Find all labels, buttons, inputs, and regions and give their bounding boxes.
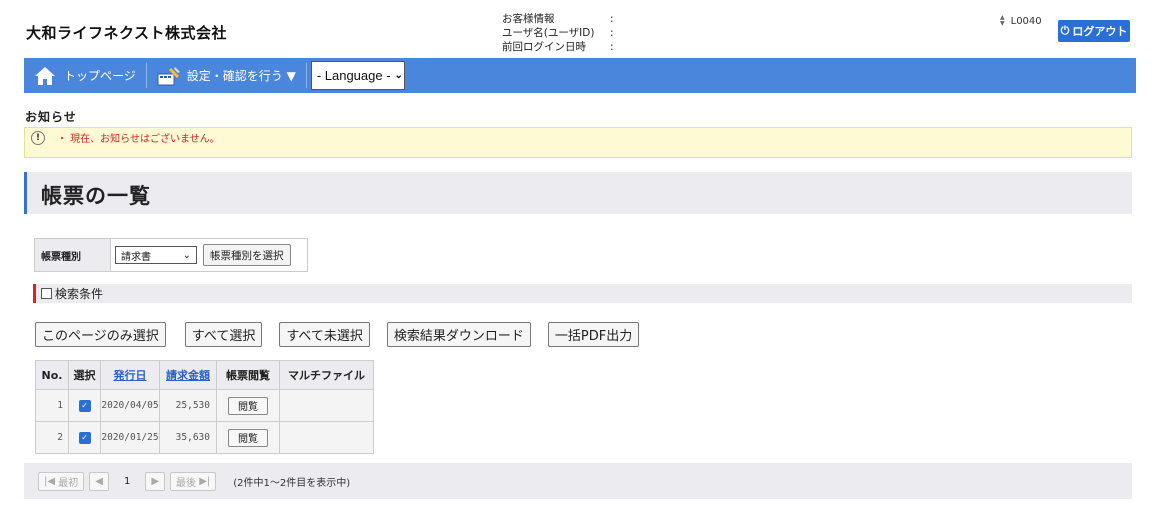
nav-top-page-label: トップページ	[64, 69, 136, 83]
pagination: |◀ 最初 ◀ 1 ▶ 最後 ▶| (2件中1～2件目を表示中)	[24, 463, 1132, 499]
row-multi-file	[279, 421, 374, 454]
nav-divider	[305, 63, 307, 88]
form-type-label: 帳票種別	[35, 239, 111, 271]
info-icon: !	[31, 130, 45, 145]
last-login-row: 前回ログイン日時 :	[502, 40, 620, 54]
row-multi-file	[279, 389, 374, 422]
row-select-cell: ✓	[68, 421, 101, 454]
language-value: - Language -	[316, 68, 391, 83]
colon: :	[610, 41, 614, 53]
colon: :	[610, 13, 614, 25]
view-button[interactable]: 閲覧	[228, 428, 268, 447]
nav-top-page[interactable]: トップページ	[24, 58, 146, 93]
page-title-bar: 帳票の一覧	[24, 172, 1132, 214]
view-button[interactable]: 閲覧	[228, 396, 268, 415]
customer-info: お客様情報 : ユーザ名(ユーザID) : 前回ログイン日時 :	[502, 12, 620, 54]
col-multi-file: マルチファイル	[279, 360, 374, 390]
row-no: 2	[35, 421, 69, 454]
select-all-button[interactable]: すべて選択	[184, 322, 263, 347]
row-view-cell: 閲覧	[216, 421, 280, 454]
company-name: 大和ライフネクスト株式会社	[26, 24, 228, 42]
notice-box: ! ・ 現在、お知らせはございません。	[24, 127, 1132, 158]
row-select-cell: ✓	[68, 389, 101, 422]
first-page-icon: |◀	[44, 475, 59, 487]
chevron-down-icon: ⌄	[182, 249, 191, 261]
row-select-checkbox[interactable]: ✓	[78, 431, 91, 444]
username-row: ユーザ名(ユーザID) :	[502, 26, 620, 40]
col-no: No.	[35, 360, 69, 390]
row-view-cell: 閲覧	[216, 389, 280, 422]
sort-issue-date-link[interactable]: 発行日	[114, 369, 147, 382]
customer-info-label: お客様情報	[502, 13, 555, 25]
first-page-label: 最初	[58, 477, 79, 489]
pagination-info: (2件中1～2件目を表示中)	[233, 477, 351, 489]
prev-page-button[interactable]: ◀	[89, 471, 109, 491]
sort-amount-link[interactable]: 請求金額	[166, 369, 210, 382]
user-code: L0040	[1010, 15, 1042, 27]
power-icon: ⏻	[1060, 24, 1070, 37]
logout-label: ログアウト	[1072, 25, 1128, 38]
current-page: 1	[123, 475, 131, 487]
col-issue-date[interactable]: 発行日	[100, 360, 160, 390]
nav-settings-label: 設定・確認を行う ▼	[186, 69, 296, 83]
col-view: 帳票閲覧	[216, 360, 280, 390]
search-conditions-label: 検索条件	[55, 287, 104, 301]
table-header-row: No. 選択 発行日 請求金額 帳票閲覧 マルチファイル	[35, 360, 374, 390]
col-select: 選択	[68, 360, 101, 390]
select-form-type-button[interactable]: 帳票種別を選択	[203, 244, 291, 266]
nav-settings[interactable]: 設定・確認を行う ▼	[147, 58, 306, 93]
table-row: 1 ✓ 2020/04/05 25,530 閲覧	[35, 389, 374, 422]
form-type-value: 請求書	[121, 251, 151, 263]
up-down-icon: ▲ ▼	[1000, 14, 1005, 27]
last-page-button[interactable]: 最後 ▶|	[170, 471, 217, 491]
last-login-label: 前回ログイン日時	[502, 41, 586, 53]
select-page-button[interactable]: このページのみ選択	[35, 322, 166, 347]
col-amount[interactable]: 請求金額	[159, 360, 217, 390]
header: 大和ライフネクスト株式会社 お客様情報 : ユーザ名(ユーザID) : 前回ログ…	[0, 0, 1155, 58]
row-issue-date: 2020/04/05	[100, 389, 160, 422]
home-icon	[35, 66, 55, 85]
search-conditions-checkbox[interactable]	[41, 288, 52, 299]
deselect-all-button[interactable]: すべて未選択	[279, 322, 370, 347]
logout-button[interactable]: ⏻ ログアウト	[1058, 20, 1130, 42]
form-type-panel: 帳票種別 請求書 ⌄ 帳票種別を選択	[34, 238, 308, 272]
page-title: 帳票の一覧	[41, 184, 151, 208]
notice-text: ・ 現在、お知らせはございません。	[57, 134, 220, 145]
row-issue-date: 2020/01/25	[100, 421, 160, 454]
colon: :	[610, 27, 614, 39]
prev-page-icon: ◀	[95, 475, 103, 487]
next-page-button[interactable]: ▶	[145, 471, 166, 491]
row-no: 1	[35, 389, 69, 422]
table-row: 2 ✓ 2020/01/25 35,630 閲覧	[35, 421, 374, 454]
forms-table: No. 選択 発行日 請求金額 帳票閲覧 マルチファイル 1 ✓ 2020/04…	[35, 360, 374, 454]
next-page-icon: ▶	[151, 475, 160, 487]
row-amount: 25,530	[159, 389, 217, 422]
last-page-label: 最後	[176, 477, 197, 489]
action-buttons: このページのみ選択 すべて選択 すべて未選択 検索結果ダウンロード 一括PDF出…	[35, 322, 640, 347]
user-code-selector[interactable]: ▲ ▼ L0040	[1000, 15, 1042, 27]
row-select-checkbox[interactable]: ✓	[78, 399, 91, 412]
customer-info-row: お客様情報 :	[502, 12, 620, 26]
notice-title: お知らせ	[25, 110, 77, 124]
nav-bar: トップページ 設定・確認を行う ▼ - Language - ⌄	[24, 58, 1136, 93]
chevron-down-icon: ⌄	[394, 70, 403, 81]
first-page-button[interactable]: |◀ 最初	[38, 471, 85, 491]
tools-icon	[157, 66, 180, 85]
row-amount: 35,630	[159, 421, 217, 454]
username-label: ユーザ名(ユーザID)	[502, 27, 595, 39]
language-select[interactable]: - Language - ⌄	[310, 61, 405, 90]
last-page-icon: ▶|	[196, 475, 211, 487]
form-type-select[interactable]: 請求書 ⌄	[115, 246, 197, 264]
search-conditions-toggle[interactable]: 検索条件	[33, 284, 1132, 303]
download-results-button[interactable]: 検索結果ダウンロード	[386, 322, 531, 347]
bulk-pdf-button[interactable]: 一括PDF出力	[547, 322, 640, 347]
